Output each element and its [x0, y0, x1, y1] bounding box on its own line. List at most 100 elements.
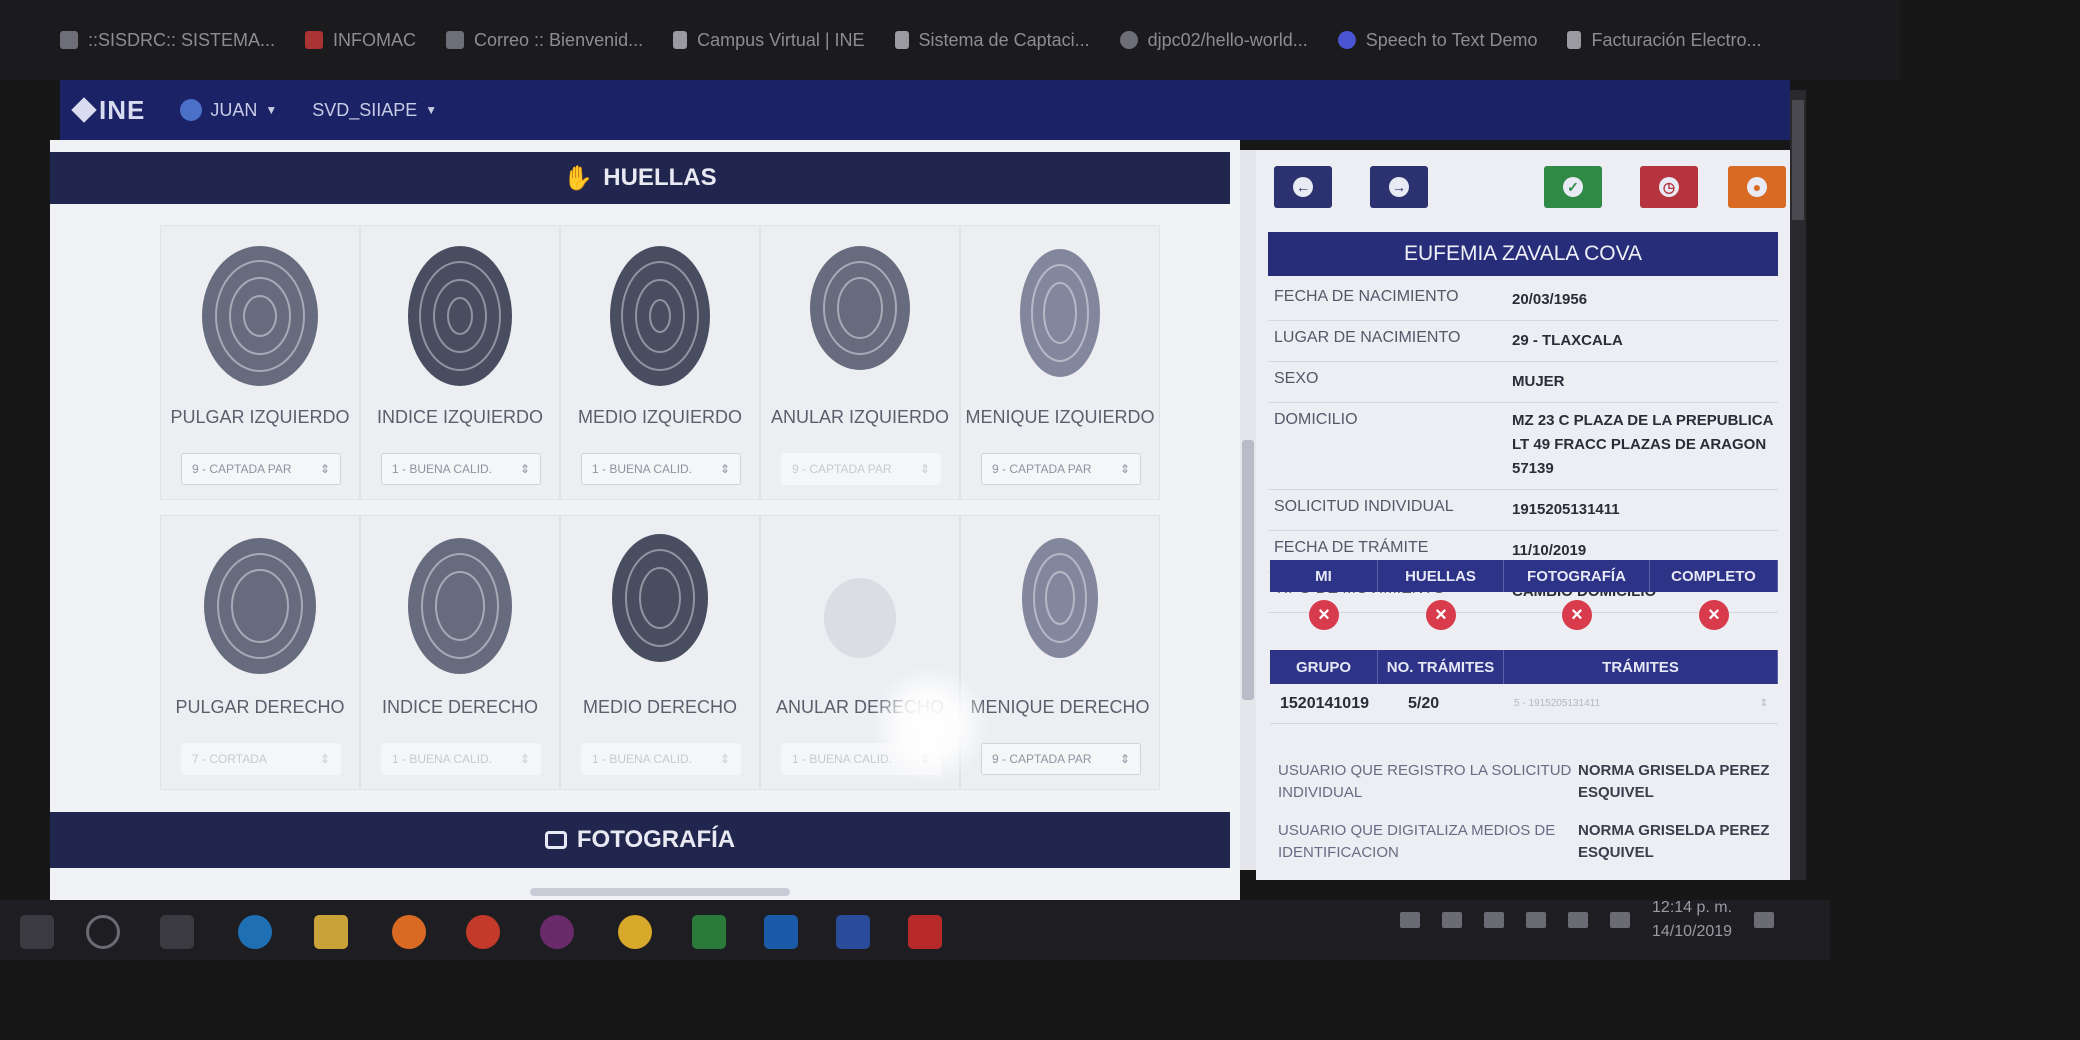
bookmark-correo[interactable]: Correo :: Bienvenid... — [446, 30, 643, 51]
user-key: USUARIO QUE DIGITALIZA MEDIOS DE IDENTIF… — [1278, 822, 1556, 861]
volume-icon[interactable] — [1610, 912, 1630, 928]
infomac-icon — [305, 31, 324, 49]
excel-icon[interactable] — [692, 915, 726, 949]
info-key: SOLICITUD INDIVIDUAL — [1274, 498, 1454, 515]
fingerprint-card: PULGAR IZQUIERDO 9 - CAPTADA PAR ⇕ — [160, 225, 360, 500]
pending-button[interactable]: ◷ — [1640, 166, 1698, 208]
acrobat-icon[interactable] — [908, 915, 942, 949]
windows-start-icon[interactable] — [20, 915, 54, 949]
info-value: MZ 23 C PLAZA DE LA PREPUBLICA LT 49 FRA… — [1512, 412, 1773, 477]
quality-select[interactable]: 1 - BUENA CALID.⇕ — [581, 743, 741, 775]
info-row: FECHA DE NACIMIENTO 20/03/1956 — [1268, 280, 1778, 321]
user-icon — [180, 99, 203, 121]
fingerprint-card: MEDIO IZQUIERDO 1 - BUENA CALID. ⇕ — [560, 225, 760, 500]
person-name: EUFEMIA ZAVALA COVA — [1268, 232, 1778, 276]
network-icon[interactable] — [1568, 912, 1588, 928]
chrome-icon[interactable] — [618, 915, 652, 949]
select-arrows-icon: ⇕ — [919, 462, 930, 476]
system-menu[interactable]: SVD_SIIAPE ▼ — [312, 100, 437, 121]
fingerprint-grid: PULGAR IZQUIERDO 9 - CAPTADA PAR ⇕ INDICE… — [160, 225, 1190, 805]
screen-glare — [870, 665, 990, 785]
info-key: FECHA DE NACIMIENTO — [1274, 288, 1459, 305]
finger-label: PULGAR IZQUIERDO — [170, 407, 350, 427]
fingerprint-image — [824, 578, 896, 658]
select-arrows-icon: ⇕ — [1119, 462, 1130, 476]
quality-select[interactable]: 1 - BUENA CALID.⇕ — [381, 453, 541, 485]
word-icon[interactable] — [836, 915, 870, 949]
info-row: SOLICITUD INDIVIDUAL 1915205131411 — [1268, 490, 1778, 531]
horizontal-scrollbar[interactable] — [530, 888, 790, 896]
clock[interactable]: 12:14 p. m. 14/10/2019 — [1652, 896, 1732, 944]
status-header-completo: COMPLETO — [1650, 560, 1778, 592]
bookmark-facturacion[interactable]: Facturación Electro... — [1567, 30, 1762, 51]
status-icons-row: × × × × — [1270, 592, 1778, 638]
ie-icon[interactable] — [238, 915, 272, 949]
usuarios-info: USUARIO QUE REGISTRO LA SOLICITUD INDIVI… — [1278, 760, 1778, 880]
huellas-section-header[interactable]: ✋ HUELLAS — [50, 152, 1230, 204]
folder-icon[interactable] — [314, 915, 348, 949]
fotografia-section-header[interactable]: FOTOGRAFÍA — [50, 812, 1230, 868]
fingerprint-card: MENIQUE IZQUIERDO 9 - CAPTADA PAR ⇕ — [960, 225, 1160, 500]
stop-button[interactable]: ● — [1728, 166, 1786, 208]
tramites-select[interactable]: 5 - 1915205131411 ⇕ — [1504, 698, 1778, 709]
app-header: INE JUAN ▼ SVD_SIIAPE ▼ — [60, 80, 1790, 140]
info-key: SEXO — [1274, 370, 1319, 387]
x-circle-icon: × — [1699, 600, 1729, 630]
notifications-icon[interactable] — [1754, 912, 1775, 928]
next-button[interactable]: → — [1370, 166, 1428, 208]
select-arrows-icon: ⇕ — [319, 752, 330, 766]
fingerprint-card: ANULAR IZQUIERDO 9 - CAPTADA PAR ⇕ — [760, 225, 960, 500]
select-arrows-icon: ⇕ — [519, 462, 530, 476]
quality-select[interactable]: 9 - CAPTADA PAR ⇕ — [981, 743, 1141, 775]
onedrive-icon[interactable] — [1526, 912, 1546, 928]
huellas-scrollbar[interactable] — [1240, 150, 1256, 870]
arrow-right-icon: → — [1389, 177, 1409, 197]
app-icon[interactable] — [466, 915, 500, 949]
document-icon — [673, 31, 688, 49]
github-icon — [1119, 31, 1138, 49]
fingerprint-image — [408, 246, 512, 386]
task-view-icon[interactable] — [160, 915, 194, 949]
info-row: LUGAR DE NACIMIENTO 29 - TLAXCALA — [1268, 321, 1778, 362]
bookmark-speech[interactable]: Speech to Text Demo — [1337, 30, 1537, 51]
approve-button[interactable]: ✓ — [1544, 166, 1602, 208]
quality-select[interactable]: 9 - CAPTADA PAR ⇕ — [181, 453, 341, 485]
info-value: MUJER — [1512, 373, 1565, 390]
user-key: USUARIO QUE REGISTRO LA SOLICITUD INDIVI… — [1278, 762, 1572, 801]
select-arrows-icon: ⇕ — [519, 752, 530, 766]
screen: ::SISDRC:: SISTEMA... INFOMAC Correo :: … — [0, 0, 2080, 1040]
opera-icon[interactable] — [540, 915, 574, 949]
previous-button[interactable]: ← — [1274, 166, 1332, 208]
x-circle-icon: × — [1562, 600, 1592, 630]
firefox-icon[interactable] — [392, 915, 426, 949]
scrollbar-thumb[interactable] — [1792, 100, 1804, 220]
page-scrollbar[interactable] — [1790, 90, 1806, 880]
quality-select[interactable]: 1 - BUENA CALID.⇕ — [381, 743, 541, 775]
date-text: 14/10/2019 — [1652, 923, 1733, 940]
outlook-icon[interactable] — [764, 915, 798, 949]
bookmark-sisdrc[interactable]: ::SISDRC:: SISTEMA... — [60, 30, 275, 51]
clock-icon: ◷ — [1659, 177, 1679, 197]
search-icon[interactable] — [86, 915, 120, 949]
quality-select[interactable]: 9 - CAPTADA PAR ⇕ — [781, 453, 941, 485]
people-icon[interactable] — [1400, 912, 1420, 928]
camera-icon — [544, 831, 567, 849]
battery-icon[interactable] — [1484, 912, 1504, 928]
bookmark-infomac[interactable]: INFOMAC — [305, 30, 416, 51]
user-row: USUARIO QUE DIGITALIZA MEDIOS DE IDENTIF… — [1278, 820, 1778, 864]
bookmark-campus[interactable]: Campus Virtual | INE — [673, 30, 865, 51]
finger-label: MENIQUE IZQUIERDO — [965, 407, 1155, 427]
fingerprint-image — [408, 538, 512, 674]
bookmark-sistema-captacion[interactable]: Sistema de Captaci... — [894, 30, 1090, 51]
chevron-up-icon[interactable] — [1442, 912, 1462, 928]
bookmark-github[interactable]: djpc02/hello-world... — [1119, 30, 1308, 51]
ine-logo[interactable]: INE — [71, 95, 145, 126]
quality-select[interactable]: 9 - CAPTADA PAR ⇕ — [981, 453, 1141, 485]
bookmarks-bar: ::SISDRC:: SISTEMA... INFOMAC Correo :: … — [0, 0, 1900, 80]
user-menu[interactable]: JUAN ▼ — [180, 99, 277, 121]
quality-select[interactable]: 1 - BUENA CALID.⇕ — [581, 453, 741, 485]
scrollbar-thumb[interactable] — [1242, 440, 1254, 700]
info-value: 20/03/1956 — [1512, 291, 1588, 308]
status-header-fotografia: FOTOGRAFÍA — [1504, 560, 1650, 592]
quality-select[interactable]: 7 - CORTADA ⇕ — [181, 743, 341, 775]
